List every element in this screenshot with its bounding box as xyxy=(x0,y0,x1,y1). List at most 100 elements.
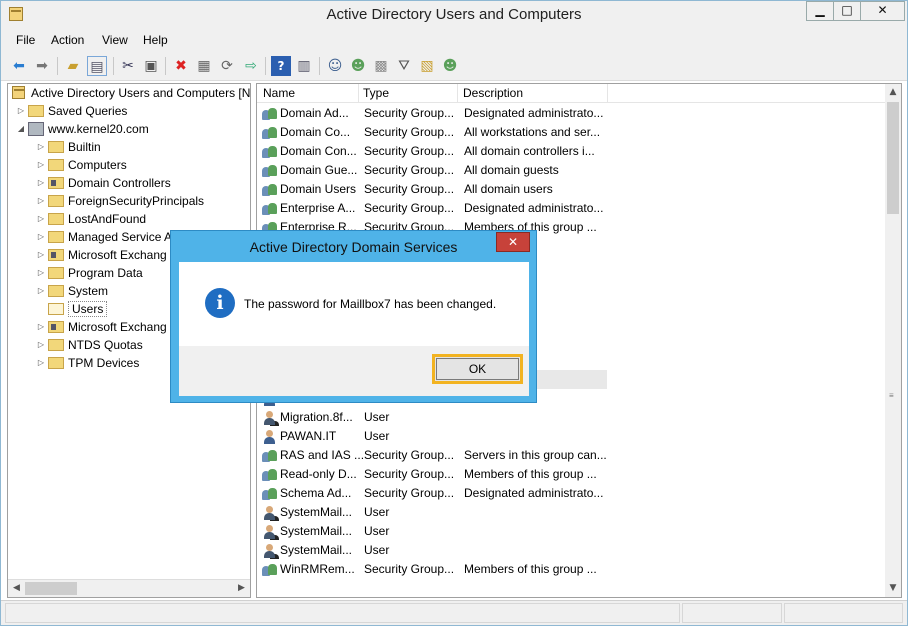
list-vertical-scrollbar[interactable]: ▲ ≡ ▼ xyxy=(885,84,901,597)
tree-item-users[interactable]: Users xyxy=(36,300,108,318)
minimize-button[interactable]: ▁ xyxy=(806,1,834,21)
table-row[interactable]: WinRMRem... Security Group... Members of t… xyxy=(257,560,885,579)
expand-arrow-icon[interactable]: ▷ xyxy=(36,192,46,210)
folder-icon xyxy=(48,195,64,207)
column-divider[interactable] xyxy=(457,84,458,103)
expand-arrow-icon[interactable]: ▷ xyxy=(36,246,46,264)
ok-button[interactable]: OK xyxy=(432,354,523,384)
dialog-message: The password for Maillbox7 has been chan… xyxy=(244,297,497,311)
menu-file[interactable]: File xyxy=(16,33,35,47)
table-row[interactable]: Schema Ad... Security Group... Designated … xyxy=(257,484,885,503)
row-type: User xyxy=(364,429,390,443)
scroll-left-icon[interactable]: ◀ xyxy=(8,580,25,597)
expand-arrow-icon[interactable]: ▷ xyxy=(16,102,26,120)
tree-horizontal-scrollbar[interactable]: ◀ ▶ xyxy=(8,579,250,597)
menu-action[interactable]: Action xyxy=(51,33,84,47)
back-icon[interactable]: ⬅ xyxy=(9,56,29,76)
show-console-tree-icon[interactable]: ▤ xyxy=(87,56,107,76)
expand-arrow-icon[interactable]: ▷ xyxy=(36,282,46,300)
tree-item-foreign-security-principals[interactable]: ▷ ForeignSecurityPrincipals xyxy=(36,192,204,210)
new-user-icon[interactable]: ☺ xyxy=(325,56,345,76)
forward-icon[interactable]: ➡ xyxy=(32,56,52,76)
maximize-button[interactable]: □ xyxy=(833,1,861,21)
refresh-icon[interactable]: ⟳ xyxy=(217,56,237,76)
filter-icon[interactable]: ⛛ xyxy=(394,56,414,76)
tree-item-computers[interactable]: ▷ Computers xyxy=(36,156,127,174)
table-row[interactable]: Read-only D... Security Group... Members o… xyxy=(257,465,885,484)
tree-item-tpm-devices[interactable]: ▷ TPM Devices xyxy=(36,354,139,372)
cut-icon[interactable]: ✂ xyxy=(118,56,138,76)
row-type: Security Group... xyxy=(364,486,455,500)
expand-arrow-icon[interactable]: ▷ xyxy=(36,138,46,156)
properties-icon[interactable]: ▦ xyxy=(194,56,214,76)
menu-view[interactable]: View xyxy=(102,33,128,47)
tree-item-domain-controllers[interactable]: ▷ Domain Controllers xyxy=(36,174,171,192)
expand-arrow-icon[interactable]: ▷ xyxy=(36,336,46,354)
table-row[interactable]: Domain Con... Security Group... All domain… xyxy=(257,142,885,161)
expand-arrow-icon[interactable]: ▷ xyxy=(36,228,46,246)
group-icon xyxy=(262,201,278,216)
export-list-icon[interactable]: ⇨ xyxy=(241,56,261,76)
tree-item-system[interactable]: ▷ System xyxy=(36,282,108,300)
row-name: Enterprise A... xyxy=(280,201,356,215)
collapse-arrow-icon[interactable]: ◢ xyxy=(16,120,26,138)
tree-item-microsoft-exchange-1[interactable]: ▷ Microsoft Exchang xyxy=(36,246,167,264)
row-description: All workstations and ser... xyxy=(464,125,601,139)
table-row[interactable]: Domain Ad... Security Group... Designated … xyxy=(257,104,885,123)
table-row[interactable]: SystemMail... User xyxy=(257,541,885,560)
tree-item-program-data[interactable]: ▷ Program Data xyxy=(36,264,143,282)
tree-item-managed-service-accounts[interactable]: ▷ Managed Service A xyxy=(36,228,172,246)
scroll-down-icon[interactable]: ▼ xyxy=(885,580,901,597)
tree-item-builtin[interactable]: ▷ Builtin xyxy=(36,138,101,156)
delete-icon[interactable]: ✖ xyxy=(171,56,191,76)
table-row[interactable]: SystemMail... User xyxy=(257,503,885,522)
add-to-group-icon[interactable]: ☻ xyxy=(440,56,460,76)
up-folder-icon[interactable]: ▰ xyxy=(63,56,83,76)
new-ou-icon[interactable]: ▩ xyxy=(371,56,391,76)
expand-arrow-icon[interactable]: ▷ xyxy=(36,210,46,228)
view-icon[interactable]: ▥ xyxy=(294,56,314,76)
row-description: Designated administrato... xyxy=(464,486,604,500)
find-icon[interactable]: ▧ xyxy=(417,56,437,76)
expand-arrow-icon[interactable]: ▷ xyxy=(36,264,46,282)
tree-item-lost-and-found[interactable]: ▷ LostAndFound xyxy=(36,210,146,228)
table-row[interactable]: Migration.8f... User xyxy=(257,408,885,427)
tree-item-microsoft-exchange-2[interactable]: ▷ Microsoft Exchang xyxy=(36,318,167,336)
scroll-up-icon[interactable]: ▲ xyxy=(885,84,901,101)
table-row[interactable]: Domain Gue... Security Group... All domain… xyxy=(257,161,885,180)
table-row[interactable]: SystemMail... User xyxy=(257,522,885,541)
tree-item-ntds-quotas[interactable]: ▷ NTDS Quotas xyxy=(36,336,143,354)
scroll-right-icon[interactable]: ▶ xyxy=(233,580,250,597)
tree-item-domain[interactable]: ◢ www.kernel20.com xyxy=(16,120,149,138)
table-row[interactable]: Domain Co... Security Group... All worksta… xyxy=(257,123,885,142)
list-header: Name Type Description xyxy=(257,84,885,103)
dialog-close-button[interactable]: ✕ xyxy=(496,232,530,252)
column-divider[interactable] xyxy=(358,84,359,103)
new-group-icon[interactable]: ☻ xyxy=(348,56,368,76)
expand-arrow-icon[interactable]: ▷ xyxy=(36,318,46,336)
column-description[interactable]: Description xyxy=(463,86,523,100)
table-row[interactable]: RAS and IAS ... Security Group... Servers … xyxy=(257,446,885,465)
tree-item-saved-queries[interactable]: ▷ Saved Queries xyxy=(16,102,127,120)
toolbar-separator xyxy=(113,57,114,75)
message-dialog: Active Directory Domain Services ✕ i The… xyxy=(170,230,537,403)
help-icon[interactable]: ? xyxy=(271,56,291,76)
column-divider[interactable] xyxy=(607,84,608,103)
column-name[interactable]: Name xyxy=(263,86,295,100)
table-row[interactable]: Domain Users Security Group... All domain … xyxy=(257,180,885,199)
scroll-thumb[interactable] xyxy=(887,102,899,214)
expand-arrow-icon[interactable]: ▷ xyxy=(36,174,46,192)
row-name: RAS and IAS ... xyxy=(280,448,365,462)
column-type[interactable]: Type xyxy=(363,86,389,100)
menu-help[interactable]: Help xyxy=(143,33,168,47)
group-icon xyxy=(262,106,278,121)
close-button[interactable]: ✕ xyxy=(860,1,905,21)
scroll-thumb[interactable] xyxy=(25,582,77,595)
expand-arrow-icon[interactable]: ▷ xyxy=(36,156,46,174)
copy-icon[interactable]: ▣ xyxy=(141,56,161,76)
row-type: User xyxy=(364,524,390,538)
tree-root[interactable]: Active Directory Users and Computers [N xyxy=(12,84,250,102)
expand-arrow-icon[interactable]: ▷ xyxy=(36,354,46,372)
table-row[interactable]: Enterprise A... Security Group... Designat… xyxy=(257,199,885,218)
table-row[interactable]: PAWAN.IT User xyxy=(257,427,885,446)
